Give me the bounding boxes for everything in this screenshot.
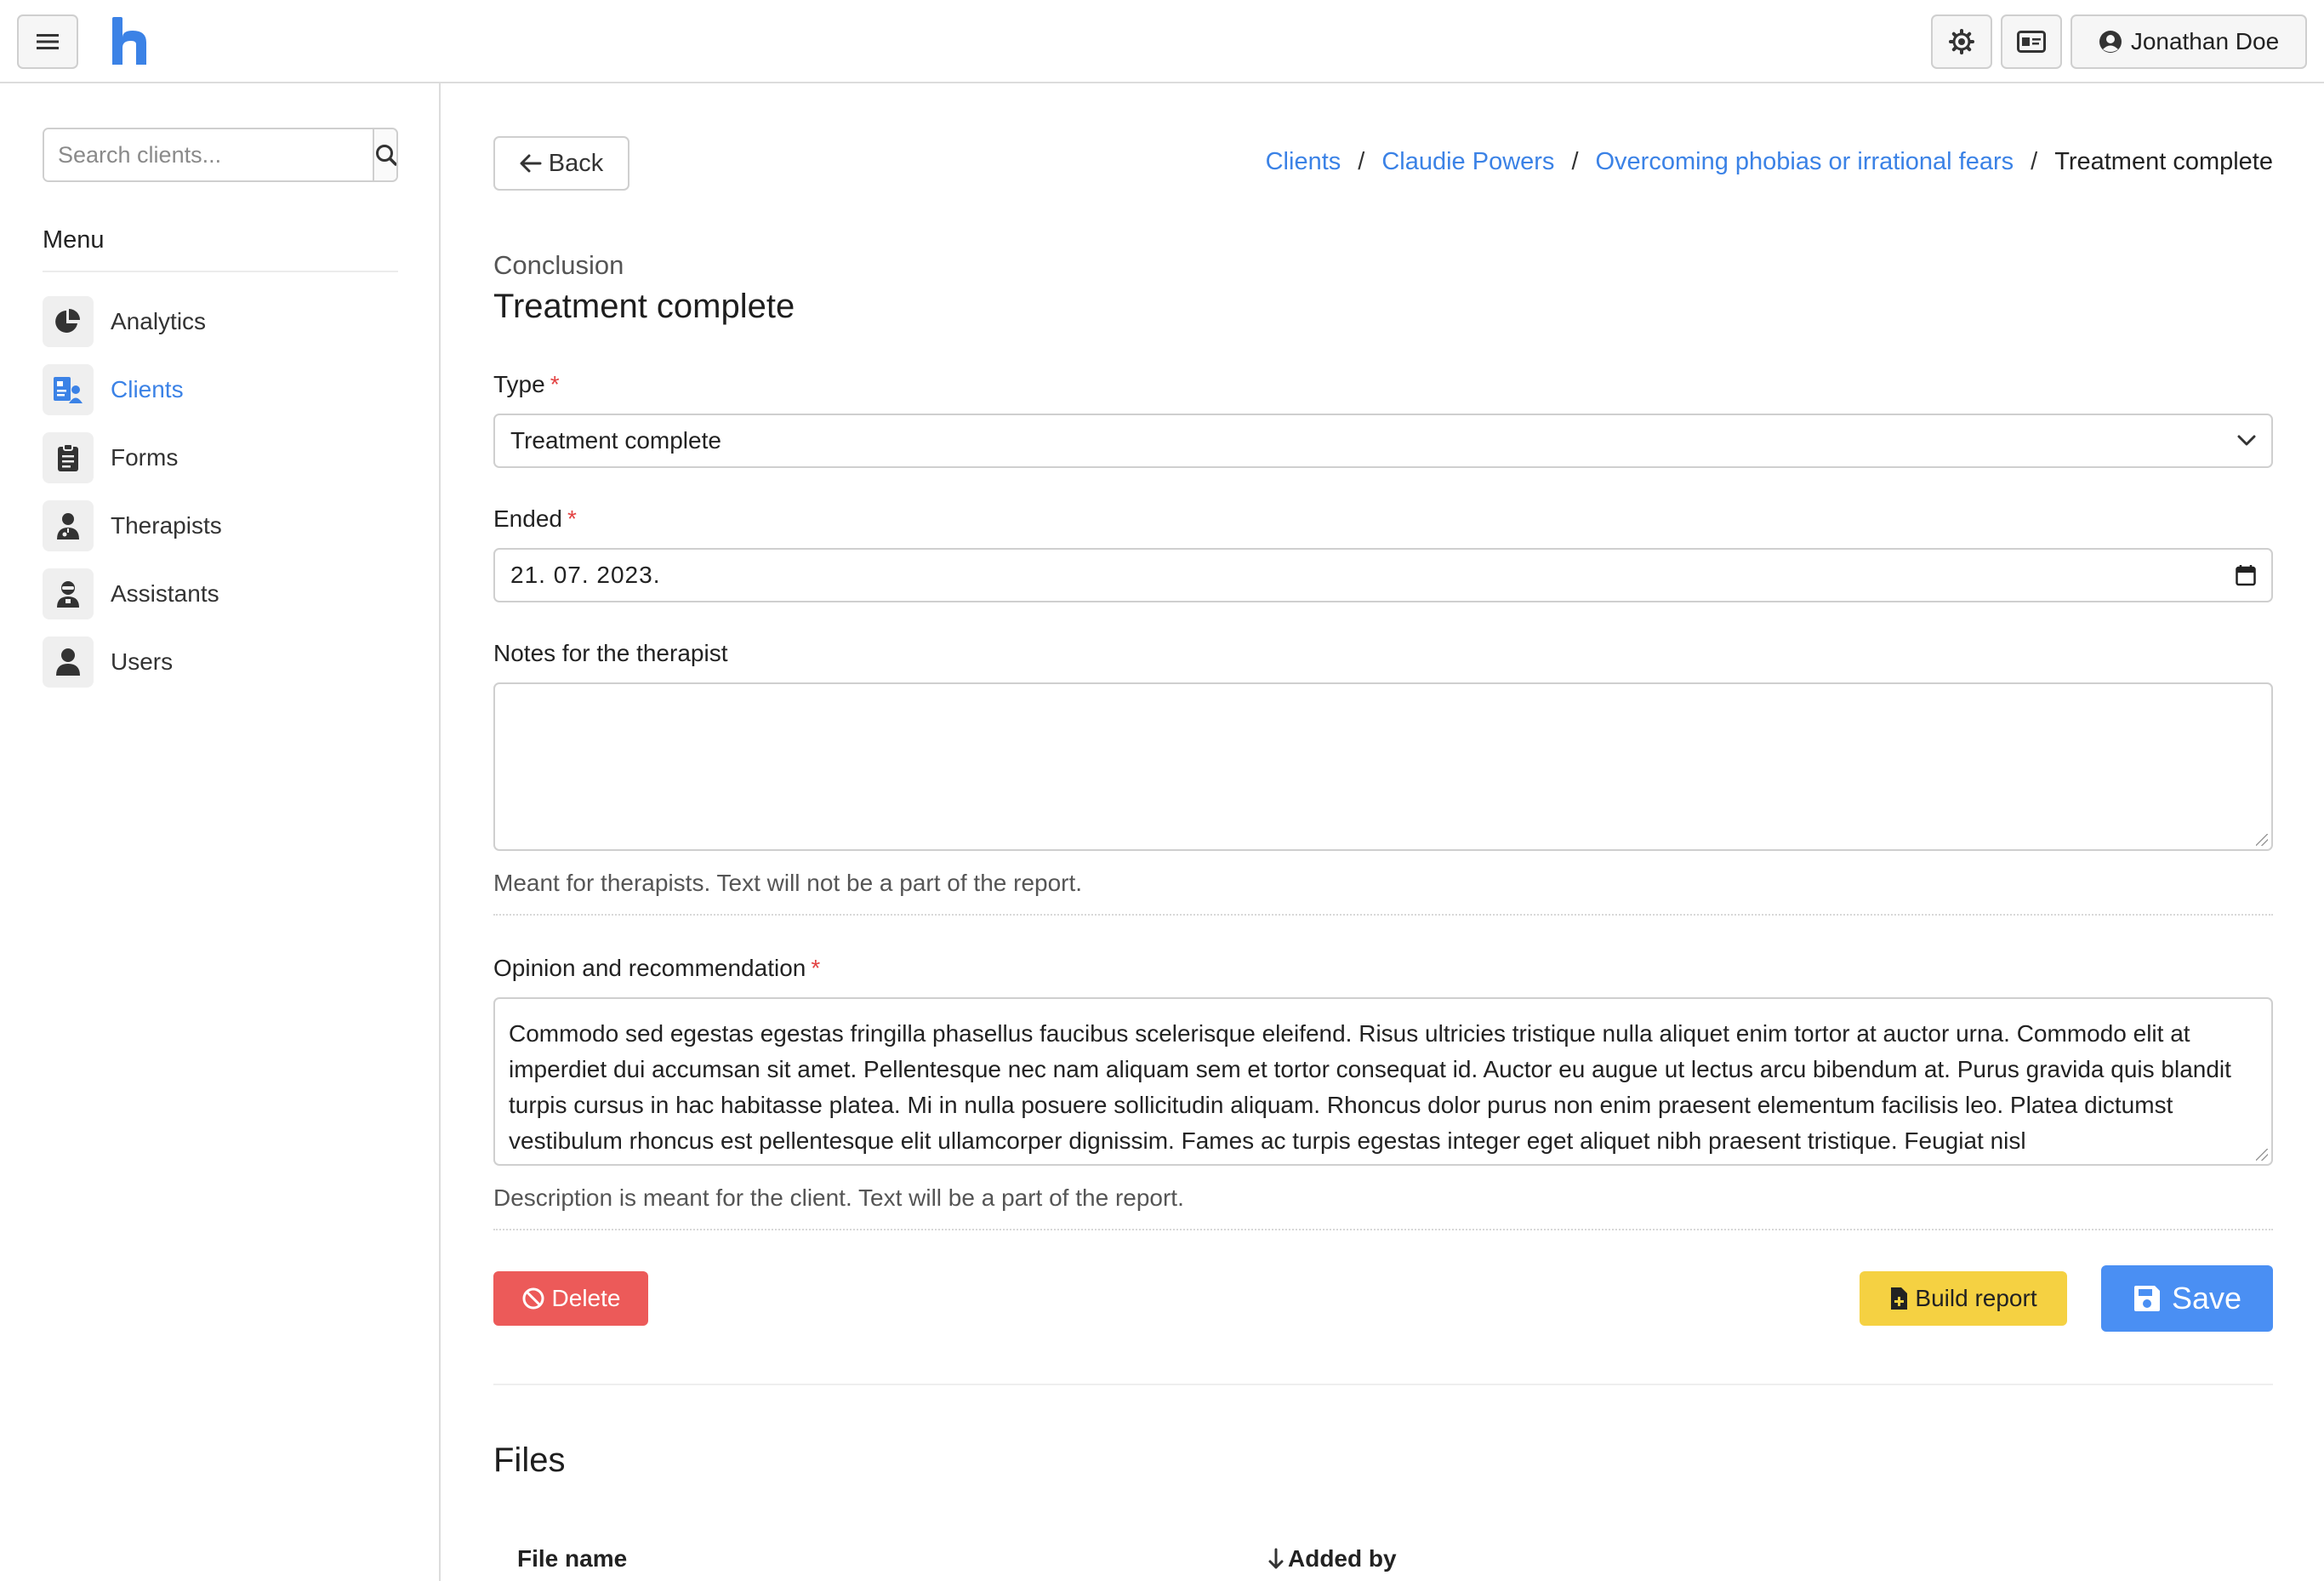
ended-label: Ended * — [493, 505, 577, 533]
therapist-icon — [43, 500, 94, 551]
sidebar-item-label: Users — [111, 648, 174, 675]
breadcrumb: Clients / Claudie Powers / Overcoming ph… — [1266, 148, 2273, 176]
delete-button[interactable]: Delete — [493, 1271, 648, 1326]
section-divider — [493, 1384, 2273, 1385]
page-title: Treatment complete — [493, 288, 795, 325]
file-plus-icon — [1891, 1287, 1908, 1310]
divider — [493, 914, 2273, 916]
required-marker: * — [550, 371, 560, 397]
column-header-label: File name — [517, 1545, 628, 1572]
type-select[interactable]: Treatment complete — [493, 414, 2273, 468]
top-navbar: Jonathan Doe — [0, 0, 2324, 83]
page-subtitle: Conclusion — [493, 250, 624, 280]
resize-handle[interactable] — [2256, 1149, 2268, 1161]
breadcrumb-separator: / — [2031, 148, 2038, 175]
breadcrumb-separator: / — [1571, 148, 1579, 175]
opinion-value: Commodo sed egestas egestas fringilla ph… — [509, 1020, 2231, 1154]
notes-help-text: Meant for therapists. Text will not be a… — [493, 870, 1083, 896]
clipboard-icon — [43, 432, 94, 483]
sidebar: Menu Analytics Clients Forms Therapists — [0, 83, 441, 1581]
back-label: Back — [548, 149, 604, 177]
menu-divider — [43, 271, 398, 272]
sidebar-item-label: Assistants — [111, 580, 219, 607]
build-report-button[interactable]: Build report — [1860, 1271, 2067, 1326]
back-button[interactable]: Back — [493, 136, 629, 191]
type-select-value: Treatment complete — [510, 427, 721, 454]
calendar-icon[interactable] — [2236, 564, 2256, 586]
user-menu-button[interactable]: Jonathan Doe — [2071, 14, 2307, 69]
sidebar-item-analytics[interactable]: Analytics — [43, 288, 398, 356]
gear-icon — [1949, 29, 1974, 54]
id-card-icon — [2017, 31, 2046, 53]
divider — [493, 1229, 2273, 1230]
save-label: Save — [2171, 1281, 2242, 1316]
chevron-down-icon — [2237, 435, 2256, 446]
ban-icon — [522, 1287, 544, 1310]
column-header-file-name[interactable]: File name — [517, 1545, 627, 1572]
hamburger-icon — [37, 34, 59, 49]
id-card-button[interactable] — [2001, 14, 2062, 69]
save-button[interactable]: Save — [2101, 1265, 2273, 1332]
breadcrumb-clients[interactable]: Clients — [1266, 148, 1341, 176]
opinion-textarea[interactable]: Commodo sed egestas egestas fringilla ph… — [493, 997, 2273, 1166]
required-marker: * — [567, 505, 577, 532]
assistant-icon — [43, 568, 94, 619]
opinion-label: Opinion and recommendation * — [493, 955, 820, 982]
user-name: Jonathan Doe — [2130, 28, 2280, 54]
menu-title: Menu — [43, 226, 105, 254]
sidebar-item-clients[interactable]: Clients — [43, 356, 398, 424]
menu-toggle-button[interactable] — [17, 14, 78, 69]
chart-pie-icon — [43, 296, 94, 347]
breadcrumb-separator: / — [1358, 148, 1365, 175]
sidebar-item-assistants[interactable]: Assistants — [43, 560, 398, 628]
opinion-help-text: Description is meant for the client. Tex… — [493, 1184, 1184, 1211]
arrow-down-icon — [1268, 1548, 1284, 1569]
theme-toggle-button[interactable] — [1931, 14, 1992, 69]
sidebar-item-users[interactable]: Users — [43, 628, 398, 696]
breadcrumb-current: Treatment complete — [2054, 148, 2273, 175]
resize-handle[interactable] — [2256, 834, 2268, 846]
column-header-label: Added by — [1288, 1545, 1397, 1572]
column-header-added-by[interactable]: Added by — [1267, 1545, 1397, 1572]
sidebar-item-forms[interactable]: Forms — [43, 424, 398, 492]
type-label: Type * — [493, 371, 560, 398]
app-logo[interactable] — [109, 15, 150, 66]
sidebar-item-therapists[interactable]: Therapists — [43, 492, 398, 560]
ended-label-text: Ended — [493, 505, 562, 532]
breadcrumb-treatment[interactable]: Overcoming phobias or irrational fears — [1596, 148, 2014, 176]
search-input[interactable] — [44, 129, 373, 180]
delete-label: Delete — [551, 1285, 621, 1311]
user-icon — [43, 636, 94, 688]
search-icon — [376, 145, 396, 166]
type-label-text: Type — [493, 371, 545, 397]
breadcrumb-client-name[interactable]: Claudie Powers — [1381, 148, 1554, 176]
client-search — [43, 128, 398, 182]
build-report-label: Build report — [1915, 1285, 2037, 1311]
ended-date-value: 21. 07. 2023. — [510, 562, 661, 588]
sidebar-item-label: Therapists — [111, 512, 222, 539]
notes-textarea[interactable] — [493, 682, 2273, 851]
sidebar-item-label: Analytics — [111, 308, 207, 334]
sidebar-item-label: Forms — [111, 444, 179, 471]
ended-date-input[interactable]: 21. 07. 2023. — [493, 548, 2273, 602]
sidebar-menu: Analytics Clients Forms Therapists Assis… — [43, 288, 398, 696]
files-title: Files — [493, 1441, 566, 1479]
search-button[interactable] — [373, 129, 396, 180]
floppy-disk-icon — [2133, 1286, 2160, 1311]
opinion-label-text: Opinion and recommendation — [493, 955, 806, 981]
required-marker: * — [811, 955, 821, 981]
clients-card-icon — [43, 364, 94, 415]
sidebar-item-label: Clients — [111, 376, 184, 402]
user-circle-icon — [2099, 31, 2122, 53]
arrow-left-icon — [520, 154, 542, 173]
notes-label: Notes for the therapist — [493, 640, 728, 666]
